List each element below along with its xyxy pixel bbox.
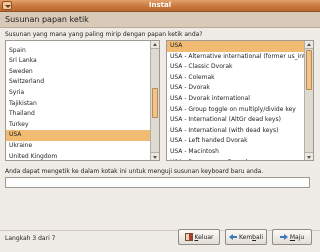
back-button[interactable]: Kembali — [225, 229, 267, 245]
country-list-scrollbar[interactable] — [150, 41, 159, 160]
layout-list-item[interactable]: USA - Colemak — [167, 73, 304, 84]
layout-list-item[interactable]: USA - Programmer Dvorak — [167, 158, 304, 160]
country-list-item[interactable]: Thailand — [6, 109, 150, 120]
scroll-up-icon[interactable] — [151, 41, 159, 49]
test-hint: Anda dapat mengetik ke dalam kotak ini u… — [5, 168, 264, 175]
scroll-thumb[interactable] — [306, 50, 312, 90]
back-label: Kembali — [239, 233, 263, 241]
layout-list-item[interactable]: USA — [167, 41, 304, 52]
layout-variant-list[interactable]: USA USA - Alternative international (form… — [166, 40, 314, 161]
scroll-up-icon[interactable] — [305, 41, 313, 49]
keyboard-test-input[interactable] — [5, 177, 310, 188]
quit-button[interactable]: Keluar — [178, 229, 220, 245]
layout-list-item[interactable]: USA - International (with dead keys) — [167, 126, 304, 137]
scroll-down-icon[interactable] — [151, 152, 159, 160]
scroll-thumb[interactable] — [152, 88, 158, 118]
forward-button[interactable]: Maju — [272, 229, 312, 245]
forward-arrow-icon — [279, 233, 288, 241]
country-list-item[interactable]: Sweden — [6, 67, 150, 78]
back-arrow-icon — [229, 233, 237, 241]
forward-label: Maju — [289, 233, 305, 241]
layout-list-item[interactable]: USA - Dvorak — [167, 83, 304, 94]
window-title: Instal — [148, 1, 172, 9]
page-header: Susunan papan ketik — [0, 12, 320, 28]
country-list-item[interactable]: Ukraine — [6, 141, 150, 152]
country-list-item[interactable]: Syria — [6, 88, 150, 99]
country-list-item[interactable]: Spain — [6, 46, 150, 57]
layout-list-item[interactable]: USA - Classic Dvorak — [167, 62, 304, 73]
layout-list-items: USA USA - Alternative international (form… — [167, 41, 304, 160]
country-list-item[interactable]: Switzerland — [6, 77, 150, 88]
layout-list-item[interactable]: USA - Alternative international (former … — [167, 52, 304, 63]
quit-label: Keluar — [194, 233, 214, 241]
layout-list-item[interactable]: USA - Dvorak international — [167, 94, 304, 105]
country-list[interactable]: South AfricaSpainSri LankaSwedenSwitzerl… — [5, 40, 160, 161]
country-list-item[interactable]: United Kingdom — [6, 152, 150, 160]
country-list-item[interactable]: USA — [6, 130, 150, 141]
layout-list-scrollbar[interactable] — [304, 41, 313, 160]
step-indicator: Langkah 3 dari 7 — [5, 235, 56, 242]
scroll-down-icon[interactable] — [305, 152, 313, 160]
layout-question: Susunan yang mana yang paling mirip deng… — [5, 31, 203, 38]
country-list-items: South AfricaSpainSri LankaSwedenSwitzerl… — [6, 41, 150, 160]
layout-list-item[interactable]: USA - International (AltGr dead keys) — [167, 115, 304, 126]
layout-list-item[interactable]: USA - Macintosh — [167, 147, 304, 158]
quit-icon — [184, 233, 193, 241]
layout-list-item[interactable]: USA - Group toggle on multiply/divide ke… — [167, 105, 304, 116]
layout-list-item[interactable]: USA - Left handed Dvorak — [167, 136, 304, 147]
page-title: Susunan papan ketik — [5, 15, 89, 24]
country-list-item[interactable]: Sri Lanka — [6, 56, 150, 67]
window-titlebar: Instal — [0, 0, 320, 12]
country-list-item[interactable]: Tajikistan — [6, 99, 150, 110]
country-list-item[interactable]: Turkey — [6, 120, 150, 131]
